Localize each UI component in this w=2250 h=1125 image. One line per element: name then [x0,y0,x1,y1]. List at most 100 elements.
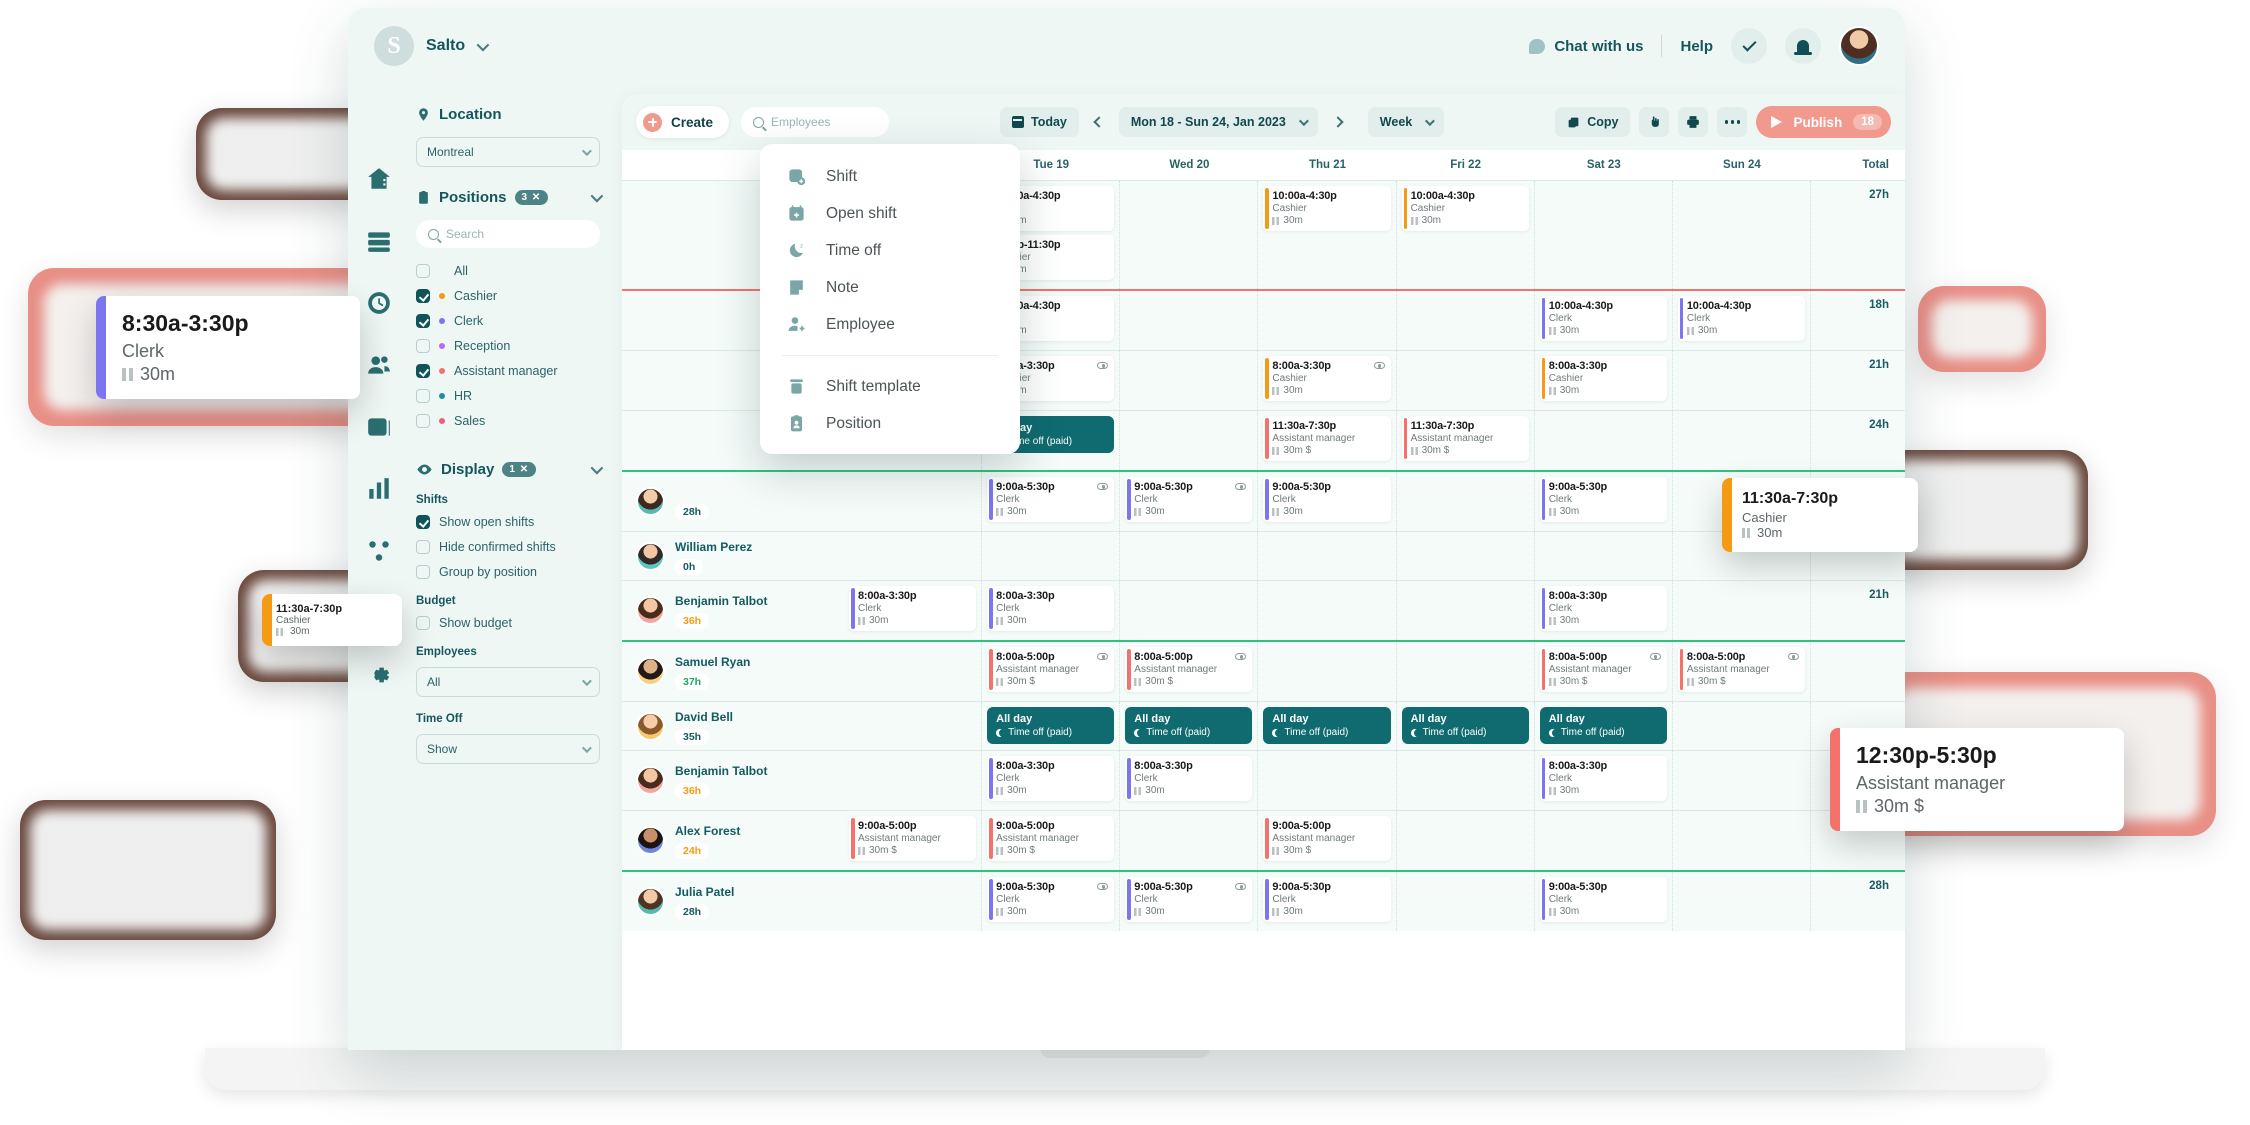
checkbox[interactable] [416,616,430,630]
schedule-cell[interactable]: 8:00a-3:30p Clerk 30m [982,581,1121,640]
avatar[interactable] [636,826,665,855]
shift-card[interactable]: 9:00a-5:30p Clerk 30m [1539,477,1667,522]
schedule-cell[interactable]: 10:00a-4:30pClerk30m [1534,291,1673,350]
schedule-cell[interactable]: All day Time off (paid) [982,702,1121,750]
employee-cell[interactable]: David Bell 35h [622,702,844,750]
position-filter-all[interactable]: All [416,264,600,278]
employee-cell[interactable]: Samuel Ryan 37h [622,642,844,701]
schedule-cell[interactable]: 9:00a-5:00p Assistant manager 30m $ [844,811,983,870]
schedule-cell[interactable]: 8:00a-3:30p Clerk 30m [1120,751,1259,810]
schedule-cell[interactable] [1672,581,1811,640]
schedule-cell[interactable]: 9:00a-5:00p Assistant manager 30m $ [982,811,1121,870]
chat-with-us-button[interactable]: Chat with us [1529,38,1643,55]
menu-item-note[interactable]: Note [760,269,1020,306]
chevron-down-icon[interactable] [590,189,604,203]
schedule-cell[interactable]: 9:00a-5:30p Clerk 30m [982,872,1121,931]
help-link[interactable]: Help [1680,38,1713,55]
display-option-hide-confirmed-shifts[interactable]: Hide confirmed shifts [416,540,600,554]
shift-card[interactable]: 8:00a-3:30pCashier30m [1539,356,1667,401]
shift-card[interactable]: 10:00a-4:30p Cashier 30m [1401,186,1529,231]
schedule-cell[interactable]: 9:00a-5:30p Clerk 30m [1534,472,1673,531]
schedule-cell[interactable] [844,532,983,580]
schedule-cell[interactable] [1258,642,1397,701]
schedule-cell[interactable]: 11:30a-7:30p Assistant manager 30m $ [1396,411,1535,470]
shift-card[interactable]: 10:00a-4:30p Cashier 30m [1263,186,1391,231]
schedule-cell[interactable]: 9:00a-5:30p Clerk 30m [1258,472,1397,531]
shift-card[interactable]: 8:00a-3:30p Clerk 30m [1539,756,1667,801]
schedule-cell[interactable]: 8:00a-3:30p Clerk 30m [844,581,983,640]
checkbox[interactable] [416,339,430,353]
shift-card[interactable]: 10:00a-4:30pClerk30m [1539,296,1667,341]
position-filter-sales[interactable]: Sales [416,414,600,428]
schedule-cell[interactable] [844,751,983,810]
schedule-cell[interactable]: 9:00a-5:30p Clerk 30m [1120,872,1259,931]
schedule-cell[interactable] [982,532,1121,580]
schedule-cell[interactable] [1396,811,1535,870]
shift-card[interactable]: 8:00a-5:00p Assistant manager 30m $ [1677,647,1805,692]
schedule-cell[interactable] [1258,532,1397,580]
publish-button[interactable]: Publish 18 [1756,106,1891,138]
schedule-cell[interactable] [1396,872,1535,931]
schedule-cell[interactable] [1258,751,1397,810]
schedule-cell[interactable] [1396,351,1535,410]
schedule-cell[interactable]: 8:00a-5:00p Assistant manager 30m $ [1534,642,1673,701]
schedule-cell[interactable]: 11:30a-7:30p Assistant manager 30m $ [1258,411,1397,470]
schedule-cell[interactable] [1396,291,1535,350]
employee-cell[interactable]: William Perez 0h [622,532,844,580]
timeoff-card[interactable]: All day Time off (paid) [1539,707,1667,744]
chevron-down-icon[interactable] [590,461,604,475]
schedule-cell[interactable]: 8:00a-5:00p Assistant manager 30m $ [1672,642,1811,701]
schedule-cell[interactable]: All day Time off (paid) [1258,702,1397,750]
schedule-cell[interactable] [1396,472,1535,531]
shift-card[interactable]: 9:00a-5:30p Clerk 30m [987,477,1115,522]
schedule-cell[interactable] [1120,291,1259,350]
shift-card[interactable]: 9:00a-5:30p Clerk 30m [987,877,1115,922]
schedule-cell[interactable]: All day Time off (paid) [1396,702,1535,750]
menu-item-shift-template[interactable]: Shift template [760,368,1020,405]
schedule-cell[interactable]: 10:00a-4:30pClerk30m [1672,291,1811,350]
avatar[interactable] [636,541,665,571]
shift-card[interactable]: 8:00a-3:30p Clerk 30m [987,586,1115,631]
shift-card[interactable]: 8:00a-5:00p Assistant manager 30m $ [1539,647,1667,692]
employee-cell[interactable]: Benjamin Talbot 36h [622,581,844,640]
shift-card[interactable]: 9:00a-5:30p Clerk 30m [1125,877,1253,922]
display-option-group-by-position[interactable]: Group by position [416,565,600,579]
position-filter-clerk[interactable]: Clerk [416,314,600,328]
schedule-cell[interactable] [1534,181,1673,289]
menu-item-open-shift[interactable]: Open shift [760,195,1020,232]
display-section-header[interactable]: Display 1 ✕ [416,461,604,478]
schedule-cell[interactable] [1258,581,1397,640]
tools-button[interactable] [1639,107,1670,137]
avatar[interactable] [636,487,665,516]
checkbox[interactable] [416,565,430,579]
shift-card[interactable]: 8:00a-3:30p Clerk 30m [849,586,977,631]
more-options-button[interactable] [1717,107,1748,137]
schedule-cell[interactable] [1120,581,1259,640]
schedule-cell[interactable]: 9:00a-5:00p Assistant manager 30m $ [1258,811,1397,870]
tasks-check-button[interactable] [1731,28,1767,64]
display-option-show-open-shifts[interactable]: Show open shifts [416,515,600,529]
previous-week-button[interactable] [1086,107,1112,137]
position-filter-hr[interactable]: HR [416,389,600,403]
schedule-cell[interactable] [1396,642,1535,701]
schedule-cell[interactable] [844,872,983,931]
employee-cell[interactable]: Benjamin Talbot 36h [622,751,844,810]
schedule-cell[interactable] [1534,532,1673,580]
schedule-cell[interactable] [1396,581,1535,640]
shift-card[interactable]: 9:00a-5:30p Clerk 30m [1263,877,1391,922]
schedule-cell[interactable] [1672,751,1811,810]
employee-cell[interactable]: Julia Patel 28h [622,872,844,931]
schedule-cell[interactable]: 8:00a-5:00p Assistant manager 30m $ [1120,642,1259,701]
search-input[interactable]: Employees [741,107,890,137]
schedule-cell[interactable]: 8:00a-3:30pCashier30m [1534,351,1673,410]
shift-card[interactable]: 9:00a-5:00p Assistant manager 30m $ [987,816,1115,861]
checkbox[interactable] [416,515,430,529]
schedule-icon[interactable] [366,228,392,254]
positions-search-input[interactable]: Search [416,220,600,248]
schedule-cell[interactable]: 8:00a-3:30pCashier30m [1258,351,1397,410]
schedule-cell[interactable] [1120,411,1259,470]
schedule-cell[interactable] [1258,291,1397,350]
display-option-show-budget[interactable]: Show budget [416,616,600,630]
position-filter-cashier[interactable]: Cashier [416,289,600,303]
settings-icon[interactable] [366,662,392,688]
